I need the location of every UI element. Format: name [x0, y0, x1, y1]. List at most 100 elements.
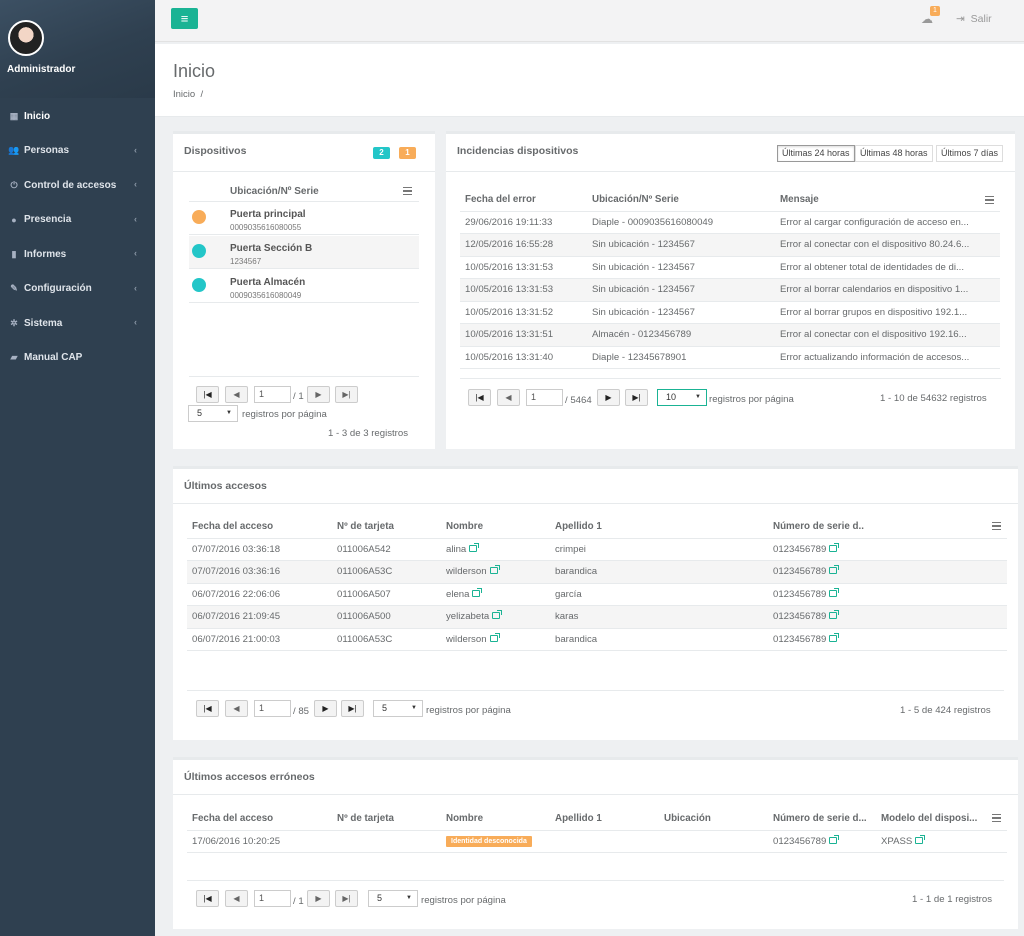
person-link[interactable]: wilderson [446, 634, 487, 645]
external-link-icon[interactable] [492, 610, 503, 620]
external-link-icon[interactable] [829, 542, 840, 552]
column-menu-icon[interactable] [992, 814, 1001, 822]
prev-page-button[interactable]: ◀ [225, 700, 248, 717]
table-row[interactable]: 06/07/2016 22:06:06 011006A507 elena garcía… [187, 583, 1007, 606]
column-header[interactable]: Nombre [446, 808, 555, 831]
prev-page-button[interactable]: ◀ [225, 386, 248, 403]
device-row[interactable]: Puerta Sección B 1234567 [189, 236, 419, 269]
filter-7d-button[interactable]: Últimos 7 días [936, 145, 1004, 162]
column-header[interactable]: Modelo del disposi... [881, 808, 1007, 831]
sidebar-item-configuracion[interactable]: ✎ Configuración ‹ [0, 272, 155, 307]
sidebar-item-sistema[interactable]: ✲ Sistema ‹ [0, 306, 155, 341]
column-header[interactable]: Fecha del error [460, 189, 592, 212]
next-page-button[interactable]: ▶ [597, 389, 620, 406]
first-page-button[interactable]: |◀ [196, 890, 219, 907]
table-row[interactable]: 10/05/2016 13:31:53 Sin ubicación - 12345… [460, 278, 1000, 302]
serial-link[interactable]: 0123456789 [773, 566, 826, 577]
serial-link[interactable]: 0123456789 [773, 836, 826, 847]
table-row[interactable]: 10/05/2016 13:31:40 Diaple - 12345678901 E… [460, 346, 1000, 369]
external-link-icon[interactable] [829, 632, 840, 642]
first-page-button[interactable]: |◀ [196, 386, 219, 403]
prev-page-button[interactable]: ◀ [497, 389, 520, 406]
serial-link[interactable]: 0123456789 [773, 589, 826, 600]
page-input[interactable]: 1 [254, 700, 291, 717]
device-row[interactable]: Puerta Almacén 0009035616080049 [189, 270, 419, 303]
last-page-button[interactable]: ▶| [341, 700, 364, 717]
external-link-icon[interactable] [829, 587, 840, 597]
person-link[interactable]: alina [446, 544, 466, 555]
model-link[interactable]: XPASS [881, 836, 912, 847]
sidebar-item-inicio[interactable]: ▦ Inicio [0, 99, 155, 134]
table-row[interactable]: 10/05/2016 13:31:51 Almacén - 0123456789 E… [460, 323, 1000, 347]
serial-link[interactable]: 0123456789 [773, 611, 826, 622]
sidebar-item-control-accesos[interactable]: ⏻ Control de accesos ‹ [0, 168, 155, 203]
page-input[interactable]: 1 [526, 389, 563, 406]
column-header[interactable]: Apellido 1 [555, 516, 773, 539]
column-header[interactable]: Mensaje [780, 189, 1000, 212]
menu-toggle-button[interactable]: ≡ [171, 8, 198, 29]
column-header[interactable]: Nº de tarjeta [337, 808, 446, 831]
external-link-icon[interactable] [829, 565, 840, 575]
person-link[interactable]: wilderson [446, 566, 487, 577]
per-page-select[interactable]: 10 [657, 389, 707, 406]
table-row[interactable]: 07/07/2016 03:36:16 011006A53C wilderson ba… [187, 560, 1007, 584]
table-row[interactable]: 07/07/2016 03:36:18 011006A542 alina crimpe… [187, 538, 1007, 561]
column-header[interactable]: Ubicación/Nº Serie [230, 186, 319, 197]
column-header[interactable]: Ubicación/Nº Serie [592, 189, 780, 212]
last-page-button[interactable]: ▶| [625, 389, 648, 406]
last-page-button[interactable]: ▶| [335, 890, 358, 907]
table-row[interactable]: 12/05/2016 16:55:28 Sin ubicación - 12345… [460, 233, 1000, 257]
first-page-button[interactable]: |◀ [196, 700, 219, 717]
table-row[interactable]: 10/05/2016 13:31:53 Sin ubicación - 12345… [460, 256, 1000, 279]
external-link-icon[interactable] [489, 632, 500, 642]
sidebar-item-presencia[interactable]: ● Presencia ‹ [0, 203, 155, 238]
next-page-button[interactable]: ▶ [314, 700, 337, 717]
column-header[interactable]: Número de serie d.. [773, 516, 1007, 539]
person-link[interactable]: elena [446, 589, 469, 600]
table-row[interactable]: 29/06/2016 19:11:33 Diaple - 000903561608… [460, 211, 1000, 234]
table-row[interactable]: 10/05/2016 13:31:52 Sin ubicación - 12345… [460, 301, 1000, 324]
filter-48h-button[interactable]: Últimas 48 horas [855, 145, 933, 162]
per-page-select[interactable]: 5 [373, 700, 423, 717]
column-header[interactable]: Apellido 1 [555, 808, 664, 831]
column-menu-icon[interactable] [992, 522, 1001, 530]
next-page-button[interactable]: ▶ [307, 386, 330, 403]
person-link[interactable]: yelizabeta [446, 611, 489, 622]
column-header[interactable]: Ubicación [664, 808, 773, 831]
column-header[interactable]: Nombre [446, 516, 555, 539]
logout-link[interactable]: ⇥ Salir [956, 13, 992, 25]
external-link-icon[interactable] [489, 565, 500, 575]
column-header[interactable]: Número de serie d... [773, 808, 881, 831]
page-input[interactable]: 1 [254, 386, 291, 403]
column-header[interactable]: Fecha del acceso [187, 516, 337, 539]
table-row[interactable]: 06/07/2016 21:00:03 011006A53C wilderson ba… [187, 628, 1007, 651]
column-header[interactable]: Fecha del acceso [187, 808, 337, 831]
page-input[interactable]: 1 [254, 890, 291, 907]
first-page-button[interactable]: |◀ [468, 389, 491, 406]
last-page-button[interactable]: ▶| [335, 386, 358, 403]
avatar[interactable] [8, 20, 44, 56]
sidebar-item-informes[interactable]: ▮ Informes ‹ [0, 237, 155, 272]
column-menu-icon[interactable] [403, 187, 412, 195]
sidebar-item-personas[interactable]: 👥 Personas ‹ [0, 134, 155, 169]
column-header[interactable]: Nº de tarjeta [337, 516, 446, 539]
user-name[interactable]: Administrador [7, 64, 75, 75]
table-row[interactable]: 06/07/2016 21:09:45 011006A500 yelizabeta k… [187, 605, 1007, 629]
external-link-icon[interactable] [829, 610, 840, 620]
external-link-icon[interactable] [472, 587, 483, 597]
prev-page-button[interactable]: ◀ [225, 890, 248, 907]
per-page-select[interactable]: 5 [188, 405, 238, 422]
device-row[interactable]: Puerta principal 0009035616080055 [189, 202, 419, 235]
serial-link[interactable]: 0123456789 [773, 634, 826, 645]
serial-link[interactable]: 0123456789 [773, 544, 826, 555]
next-page-button[interactable]: ▶ [307, 890, 330, 907]
filter-24h-button[interactable]: Últimas 24 horas [777, 145, 855, 162]
sidebar-item-manual-cap[interactable]: ▰ Manual CAP [0, 341, 155, 376]
external-link-icon[interactable] [829, 834, 840, 844]
breadcrumb-item[interactable]: Inicio [173, 89, 195, 100]
table-row[interactable]: 17/06/2016 10:20:25 Identidad desconocid… [187, 830, 1007, 853]
external-link-icon[interactable] [469, 542, 480, 552]
per-page-select[interactable]: 5 [368, 890, 418, 907]
external-link-icon[interactable] [915, 834, 926, 844]
column-menu-icon[interactable] [985, 196, 994, 204]
